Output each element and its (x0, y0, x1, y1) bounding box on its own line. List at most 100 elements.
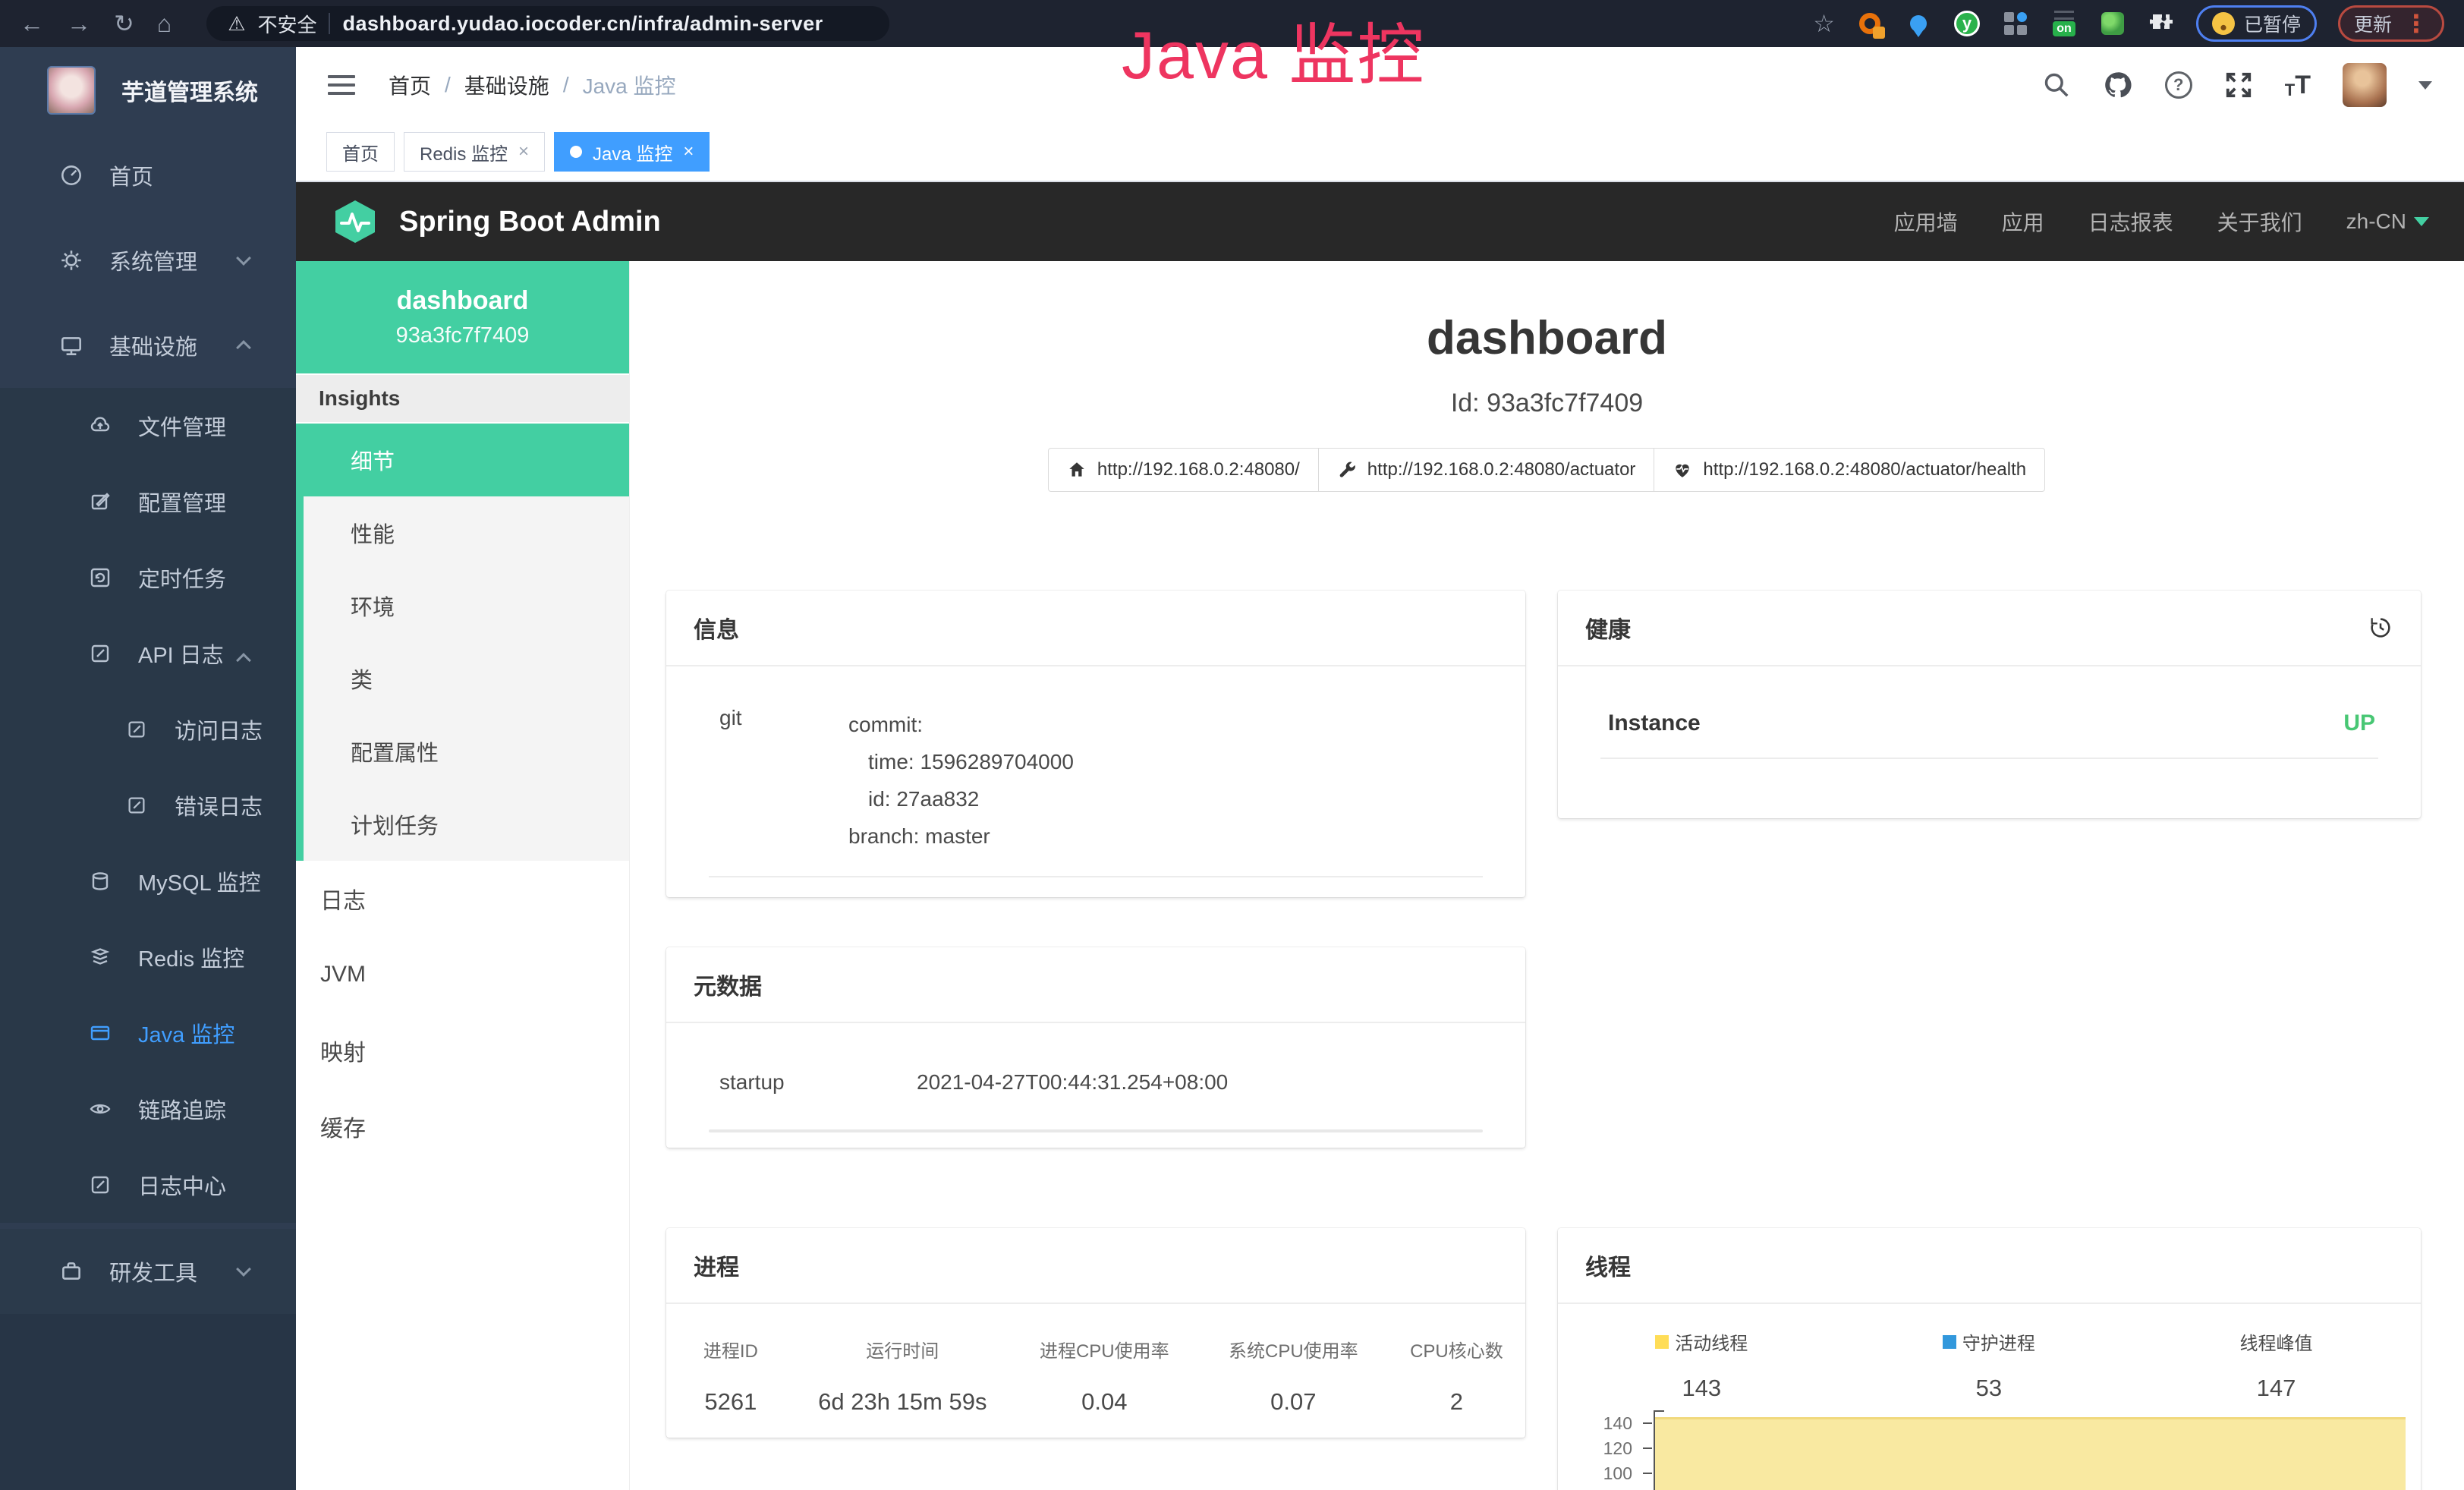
extension-on-icon[interactable]: on (2050, 10, 2078, 37)
sidebar-item-label: 日志中心 (138, 1169, 226, 1201)
process-card-title: 进程 (666, 1228, 1525, 1304)
sidebar-item-label: Redis 监控 (138, 941, 244, 973)
sidebar-item-label: MySQL 监控 (138, 865, 261, 897)
github-icon[interactable] (2103, 70, 2133, 100)
sba-nav-wallboard[interactable]: 应用墙 (1894, 206, 1958, 237)
sidebar-item-redis-monitor[interactable]: Redis 监控 (0, 919, 296, 995)
job-history-icon (83, 565, 117, 590)
locale-caret-icon (2414, 217, 2429, 226)
sidebar-filler (0, 1314, 296, 1490)
breadcrumb-current: Java 监控 (583, 70, 676, 100)
sba-side-item-metrics[interactable]: 性能 (304, 496, 629, 569)
sidebar-item-api-log[interactable]: API 日志 (0, 616, 296, 691)
sba-locale-select[interactable]: zh-CN (2346, 209, 2429, 234)
monitor-icon (55, 332, 88, 358)
user-avatar[interactable] (2343, 63, 2387, 107)
history-icon[interactable] (2368, 615, 2393, 641)
tab-home[interactable]: 首页 (326, 132, 395, 172)
tab-bar: 首页 Redis 监控 × Java 监控 × (296, 123, 2464, 182)
sba-logo-icon (331, 197, 379, 246)
reload-icon[interactable]: ↻ (114, 11, 134, 36)
instance-id: 93a3fc7f7409 (396, 323, 530, 348)
sidebar-item-access-log[interactable]: 访问日志 (0, 691, 296, 767)
fullscreen-icon[interactable] (2224, 71, 2253, 99)
service-url-button[interactable]: http://192.168.0.2:48080/ (1048, 448, 1319, 492)
actuator-url-button[interactable]: http://192.168.0.2:48080/actuator (1318, 448, 1655, 492)
sidebar-item-infra[interactable]: 基础设施 (0, 303, 296, 388)
app-logo (47, 66, 96, 115)
sidebar-item-java-monitor[interactable]: Java 监控 (0, 995, 296, 1071)
font-size-icon[interactable]: TT (2285, 71, 2311, 100)
extension-orange-ring-icon[interactable] (1856, 10, 1883, 37)
instance-links: http://192.168.0.2:48080/ http://192.168… (630, 448, 2464, 492)
divider (709, 1129, 1483, 1132)
chevron-down-icon (236, 1262, 251, 1277)
instance-header[interactable]: dashboard 93a3fc7f7409 (296, 261, 629, 373)
bookmark-star-icon[interactable]: ☆ (1813, 11, 1835, 36)
insights-group: 细节 性能 环境 类 配置属性 计划任务 (296, 424, 629, 861)
breadcrumb-home[interactable]: 首页 (389, 70, 431, 100)
forward-icon[interactable]: → (67, 11, 91, 36)
extension-pin-icon[interactable] (1905, 10, 1932, 37)
extension-grid-icon[interactable] (2002, 10, 2029, 37)
live-threads-swatch (1655, 1335, 1669, 1349)
address-bar[interactable]: ⚠ 不安全 dashboard.yudao.iocoder.cn/infra/a… (206, 6, 889, 41)
extension-sprout-icon[interactable] (2099, 10, 2126, 37)
java-monitor-icon (83, 1021, 117, 1045)
update-button[interactable]: 更新 ⋮ (2338, 5, 2444, 42)
sba-side-item-config-props[interactable]: 配置属性 (304, 715, 629, 788)
insecure-warning-icon: ⚠ (228, 12, 245, 36)
sba-side-item-scheduled-tasks[interactable]: 计划任务 (304, 788, 629, 861)
health-url-button[interactable]: http://192.168.0.2:48080/actuator/health (1654, 448, 2045, 492)
extensions-puzzle-icon[interactable] (2148, 10, 2175, 37)
app-logo-row[interactable]: 芋道管理系统 (0, 47, 296, 133)
sidebar-item-system[interactable]: 系统管理 (0, 218, 296, 303)
sba-side-item-classes[interactable]: 类 (304, 642, 629, 715)
breadcrumb-infra[interactable]: 基础设施 (464, 70, 549, 100)
sba-nav-journal[interactable]: 日志报表 (2088, 206, 2173, 237)
infra-submenu: 文件管理 配置管理 定时任务 API 日志 (0, 388, 296, 1223)
sidebar-item-file-manage[interactable]: 文件管理 (0, 388, 296, 464)
sidebar-item-config-manage[interactable]: 配置管理 (0, 464, 296, 540)
user-menu-caret-icon[interactable] (2418, 81, 2432, 90)
sba-nav-applications[interactable]: 应用 (2002, 206, 2044, 237)
sidebar-item-dev-tools[interactable]: 研发工具 (0, 1229, 296, 1314)
sidebar-item-error-log[interactable]: 错误日志 (0, 767, 296, 843)
sidebar-item-scheduled-jobs[interactable]: 定时任务 (0, 540, 296, 616)
chevron-up-icon (236, 340, 251, 355)
url-text[interactable]: dashboard.yudao.iocoder.cn/infra/admin-s… (342, 12, 823, 36)
sba-nav-about[interactable]: 关于我们 (2217, 206, 2302, 237)
app-title: 芋道管理系统 (121, 74, 258, 107)
sidebar-item-label: 访问日志 (175, 713, 263, 745)
sba-side-item-details[interactable]: 细节 (304, 424, 629, 496)
process-card: 进程 进程ID 运行时间 进程CPU使用率 系统CPU使用率 CPU核心数 52… (666, 1228, 1525, 1438)
browser-menu-icon[interactable]: ⋮ (2404, 11, 2428, 36)
close-tab-icon[interactable]: × (683, 141, 694, 162)
page-title: dashboard (630, 311, 2464, 365)
sidebar-item-tracing[interactable]: 链路追踪 (0, 1071, 296, 1147)
search-icon[interactable] (2042, 71, 2071, 99)
sba-header: Spring Boot Admin 应用墙 应用 日志报表 关于我们 zh-CN (296, 182, 2464, 261)
sidebar-item-log-center[interactable]: 日志中心 (0, 1147, 296, 1223)
layers-icon (83, 945, 117, 969)
sidebar-item-label: 定时任务 (138, 562, 226, 594)
sba-side-item-mappings[interactable]: 映射 (296, 1013, 629, 1088)
browser-home-icon[interactable]: ⌂ (157, 11, 172, 36)
sba-side-item-logs[interactable]: 日志 (296, 861, 629, 937)
sba-side-item-caches[interactable]: 缓存 (296, 1088, 629, 1164)
sba-side-item-jvm[interactable]: JVM (296, 937, 629, 1013)
extension-y-icon[interactable]: y (1953, 10, 1981, 37)
help-icon[interactable]: ? (2165, 71, 2192, 99)
collapse-sidebar-icon[interactable] (328, 75, 355, 95)
sidebar-item-mysql-monitor[interactable]: MySQL 监控 (0, 843, 296, 919)
threads-chart: 活动线程 143 守护进程 53 线程峰值 147 140 120 (1558, 1304, 2421, 1490)
sba-side-item-environment[interactable]: 环境 (304, 569, 629, 642)
edit-square-icon (83, 641, 117, 666)
home-link-icon (1067, 460, 1087, 480)
sidebar-item-home[interactable]: 首页 (0, 133, 296, 218)
close-tab-icon[interactable]: × (518, 141, 529, 162)
tab-redis-monitor[interactable]: Redis 监控 × (404, 132, 545, 172)
back-icon[interactable]: ← (20, 11, 44, 36)
paused-badge[interactable]: 已暂停 (2196, 5, 2317, 42)
tab-java-monitor[interactable]: Java 监控 × (554, 132, 710, 172)
